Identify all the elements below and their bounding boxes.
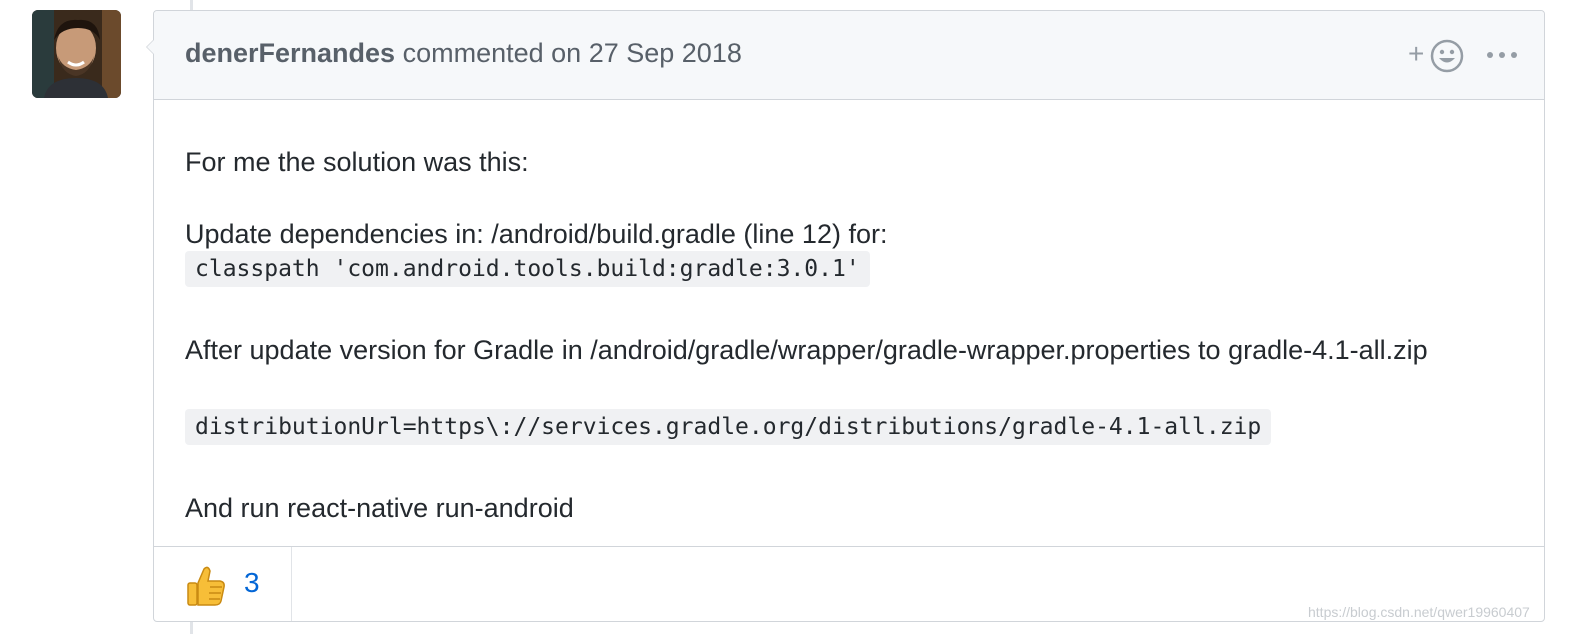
smiley-icon: [1430, 39, 1464, 73]
comment-action: commented on: [402, 38, 582, 68]
watermark: https://blog.csdn.net/qwer19960407: [1308, 604, 1530, 620]
add-reaction-button[interactable]: +: [1408, 38, 1466, 73]
body-paragraph: And run react-native run-android: [185, 493, 574, 523]
kebab-horizontal-icon: [1487, 52, 1517, 58]
body-paragraph: For me the solution was this:: [185, 147, 529, 177]
comment-header: denerFernandes commented on 27 Sep 2018 …: [154, 11, 1544, 100]
body-paragraph: After update version for Gradle in /andr…: [185, 335, 1428, 365]
author-link[interactable]: denerFernandes: [185, 38, 395, 68]
comment-date[interactable]: 27 Sep 2018: [589, 38, 742, 68]
plus-icon: +: [1408, 38, 1425, 69]
inline-code: classpath 'com.android.tools.build:gradl…: [185, 251, 870, 287]
thumbs-up-icon: [187, 566, 225, 606]
comment-meta: denerFernandes commented on 27 Sep 2018: [185, 38, 742, 69]
reaction-count: 3: [244, 567, 260, 598]
more-options-button[interactable]: [1486, 45, 1518, 65]
body-paragraph: Update dependencies in: /android/build.g…: [185, 219, 888, 249]
avatar-image: [32, 10, 121, 98]
comment-card: denerFernandes commented on 27 Sep 2018 …: [146, 10, 1545, 622]
avatar[interactable]: [32, 10, 121, 98]
inline-code: distributionUrl=https\://services.gradle…: [185, 409, 1272, 445]
thumbs-up-reaction-button[interactable]: 3: [154, 547, 292, 621]
